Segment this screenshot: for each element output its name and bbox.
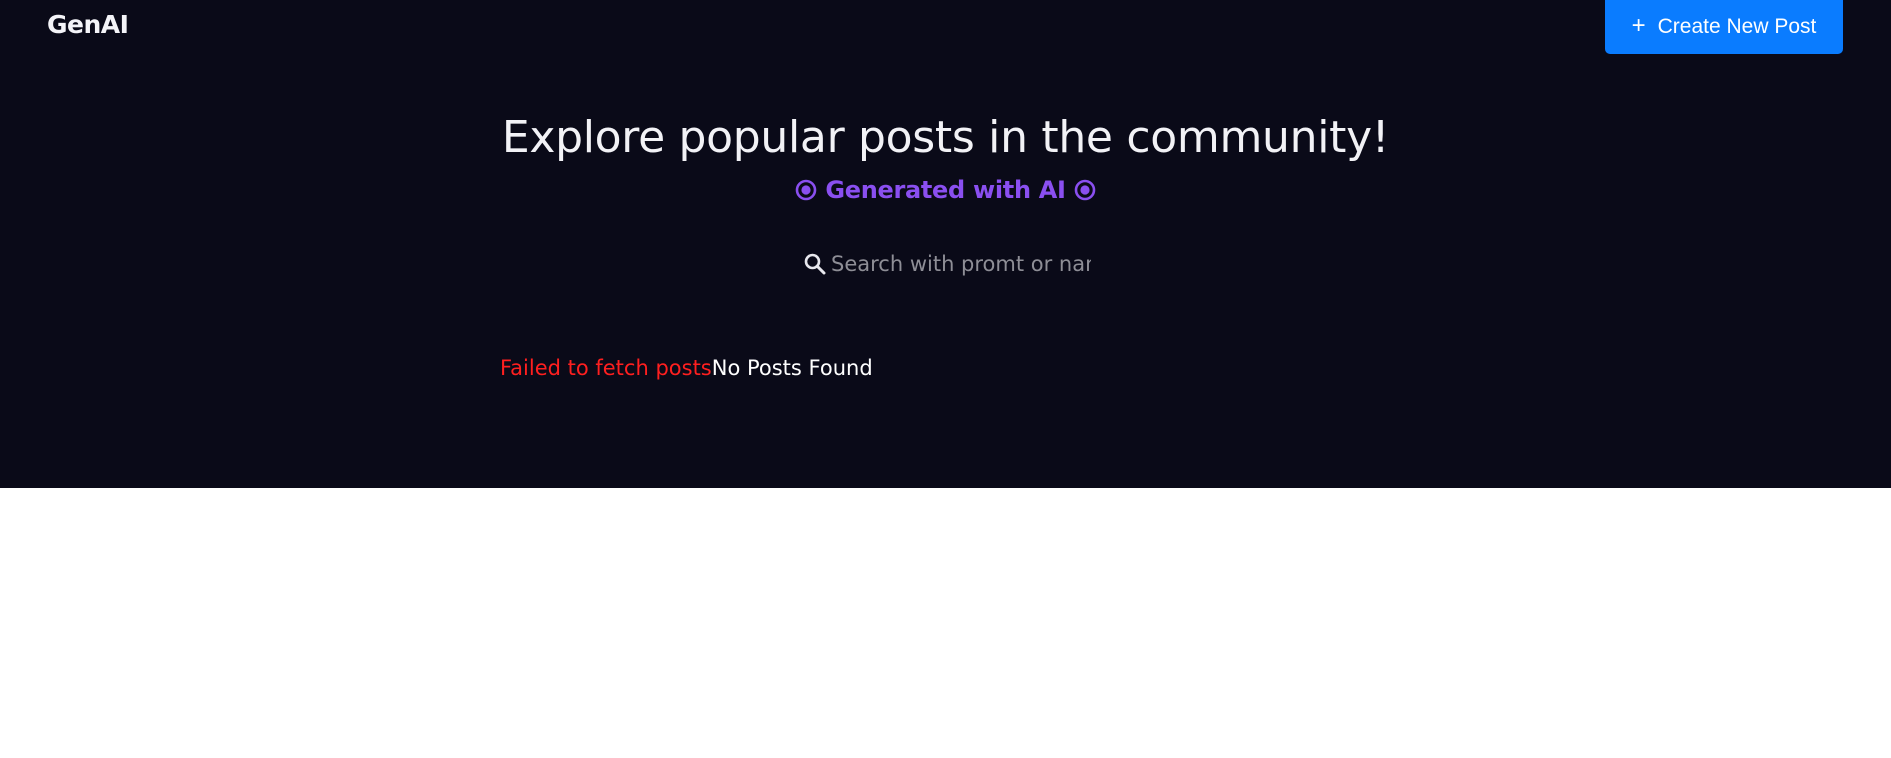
search-bar [803, 248, 1103, 280]
error-message: Failed to fetch posts [500, 356, 712, 380]
page-title: Explore popular posts in the community! [501, 112, 1390, 163]
target-icon [796, 179, 817, 201]
create-new-post-label: Create New Post [1657, 15, 1817, 38]
app-root: GenAI + Create New Post Explore popular … [0, 0, 1891, 758]
empty-message: No Posts Found [711, 356, 873, 380]
hero-subtitle-text: Generated with AI [825, 176, 1066, 204]
main-background [0, 0, 1891, 488]
posts-status: Failed to fetch postsNo Posts Found [500, 356, 873, 380]
target-icon [1074, 179, 1095, 201]
page-footer-area [0, 488, 1891, 758]
create-new-post-button[interactable]: + Create New Post [1605, 0, 1843, 54]
search-input[interactable] [831, 252, 1091, 276]
logo[interactable]: GenAI [47, 10, 129, 39]
search-icon[interactable] [803, 252, 827, 276]
hero-subtitle: Generated with AI [0, 176, 1891, 204]
plus-icon: + [1631, 12, 1646, 39]
